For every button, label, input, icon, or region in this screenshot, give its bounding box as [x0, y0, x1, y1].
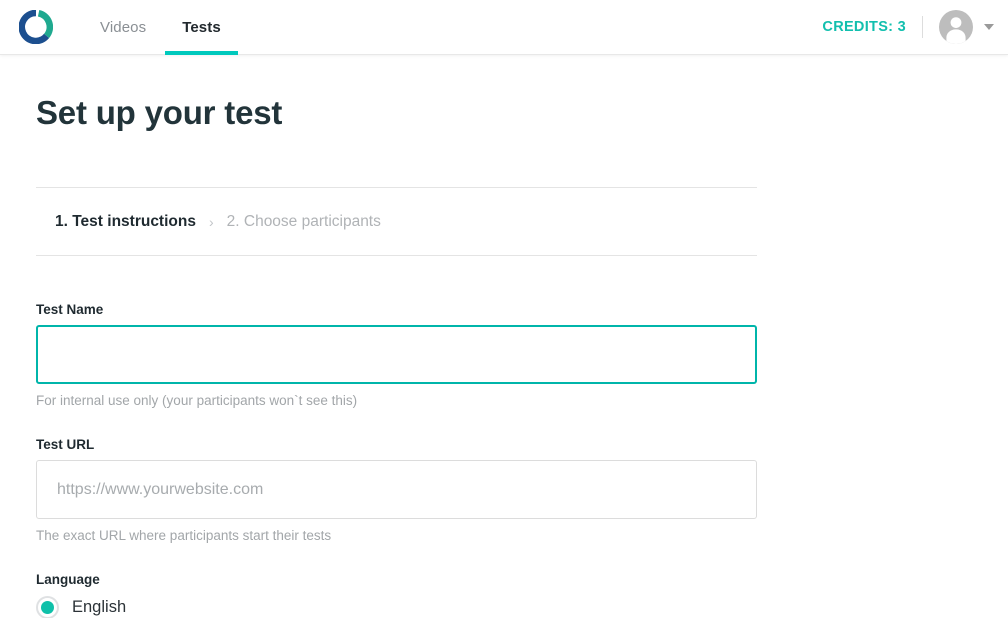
logo-ring-svg — [19, 10, 53, 44]
breadcrumb: 1. Test instructions › 2. Choose partici… — [36, 188, 757, 255]
credits-badge[interactable]: CREDITS: 3 — [822, 19, 906, 35]
header-right-group: CREDITS: 3 — [822, 10, 1008, 44]
spacer-above-language — [36, 543, 757, 572]
main-nav: Videos Tests — [82, 0, 239, 55]
person-icon — [946, 17, 966, 44]
language-option-english-label: English — [72, 598, 127, 616]
step-choose-participants[interactable]: 2. Choose participants — [227, 213, 381, 231]
page-body: Set up your test 1. Test instructions › … — [0, 94, 1008, 618]
top-header: Videos Tests CREDITS: 3 — [0, 0, 1008, 55]
nav-item-tests-label: Tests — [182, 18, 221, 36]
language-label: Language — [36, 572, 100, 587]
spacer-above-test-name — [36, 256, 757, 302]
radio-selected-dot-icon — [41, 601, 54, 614]
test-url-input[interactable] — [36, 460, 757, 519]
nav-item-videos[interactable]: Videos — [82, 0, 164, 55]
step-navigation: 1. Test instructions › 2. Choose partici… — [36, 187, 757, 256]
test-url-help-text: The exact URL where participants start t… — [36, 528, 332, 543]
language-option-english[interactable]: English — [36, 596, 757, 618]
field-test-url: Test URL The exact URL where participant… — [36, 437, 757, 543]
step-test-instructions[interactable]: 1. Test instructions — [55, 213, 196, 231]
test-setup-form: Test Name For internal use only (your pa… — [36, 256, 757, 618]
breadcrumb-separator-icon: › — [208, 213, 214, 230]
test-name-label: Test Name — [36, 302, 104, 317]
user-avatar[interactable] — [939, 10, 973, 44]
logo-ring-icon[interactable] — [16, 7, 56, 47]
test-name-help-text: For internal use only (your participants… — [36, 393, 358, 408]
spacer-above-test-url — [36, 408, 757, 437]
test-name-input[interactable] — [36, 325, 757, 384]
nav-item-tests[interactable]: Tests — [164, 0, 239, 55]
header-divider — [922, 16, 923, 38]
field-test-name: Test Name For internal use only (your pa… — [36, 302, 757, 408]
page-title: Set up your test — [36, 94, 283, 131]
test-url-label: Test URL — [36, 437, 95, 452]
radio-button-english[interactable] — [36, 596, 59, 618]
nav-item-videos-label: Videos — [100, 18, 147, 36]
field-language: Language English — [36, 572, 757, 618]
chevron-down-icon[interactable] — [984, 24, 994, 30]
